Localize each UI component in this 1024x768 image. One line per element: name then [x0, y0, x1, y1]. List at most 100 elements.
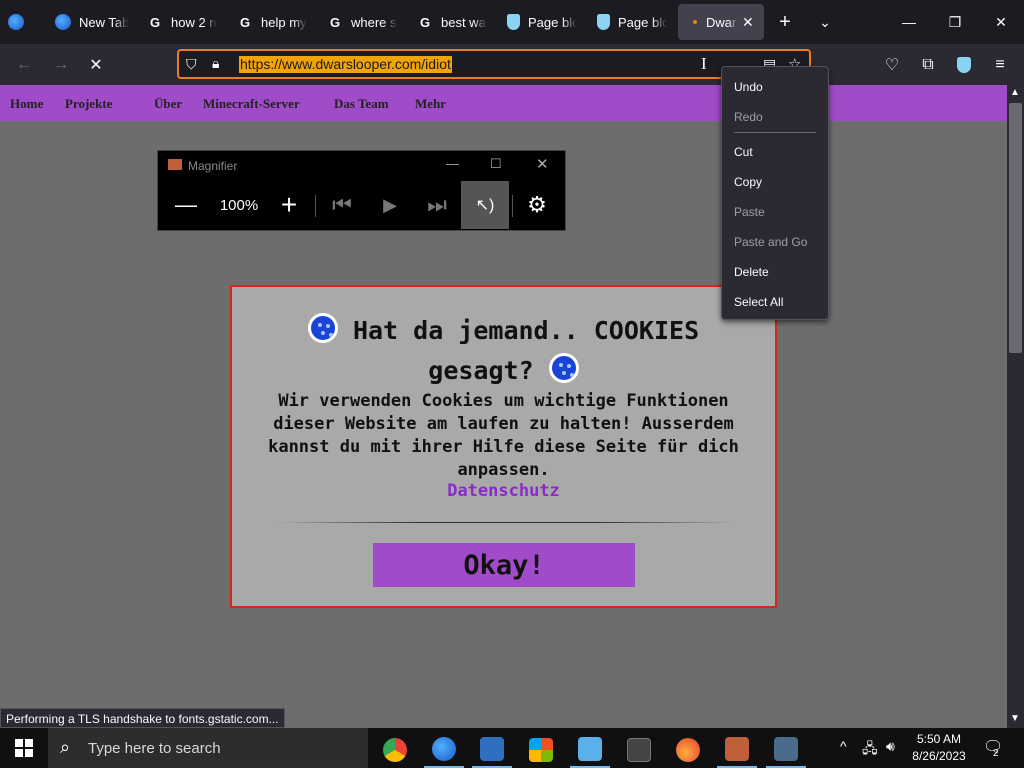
menu-item-paste[interactable]: Paste: [734, 205, 765, 219]
firefox-icon[interactable]: [424, 732, 464, 768]
tab-label: how 2 re: [171, 14, 217, 30]
search-icon: ⌕: [60, 737, 71, 757]
site-navigation: Home Projekte Über Minecraft-Server Das …: [0, 85, 1007, 121]
menu-hamburger-icon[interactable]: ≡: [985, 50, 1015, 80]
scroll-down-icon[interactable]: ▼: [1010, 713, 1020, 724]
file-explorer-icon[interactable]: [472, 732, 512, 768]
cookie-icon: [307, 313, 338, 343]
menu-separator: [734, 132, 816, 133]
extensions-icon[interactable]: ⧉: [913, 50, 943, 80]
forward-arrow-icon[interactable]: →: [46, 50, 76, 80]
list-tabs-chevron-icon[interactable]: ⌄: [802, 0, 848, 44]
chrome-icon[interactable]: [375, 732, 415, 768]
privacy-link[interactable]: Datenschutz: [232, 481, 775, 501]
snipping-tool-icon[interactable]: [766, 732, 806, 768]
menu-item-delete[interactable]: Delete: [734, 265, 769, 279]
magnifier-minimize-button[interactable]: —: [446, 156, 459, 171]
taskbar-search[interactable]: ⌕ Type here to search: [48, 728, 368, 768]
scroll-thumb[interactable]: [1009, 103, 1022, 353]
cookie-dialog-body: Wir verwenden Cookies um wichtige Funkti…: [268, 391, 739, 480]
nav-projekte[interactable]: Projekte: [65, 96, 112, 112]
menu-item-undo[interactable]: Undo: [734, 80, 763, 94]
tab-firefox-view[interactable]: [8, 4, 32, 40]
play-icon[interactable]: ▶: [366, 181, 414, 229]
clock-time: 5:50 AM: [916, 732, 962, 746]
magnifier-close-button[interactable]: ✕: [536, 155, 549, 173]
restore-button[interactable]: ❐: [932, 0, 978, 44]
firefox-alt-icon[interactable]: [668, 732, 708, 768]
show-hidden-icons-chevron-icon[interactable]: ^: [840, 738, 847, 754]
separator: [315, 195, 316, 217]
search-placeholder: Type here to search: [88, 740, 221, 757]
ublock-icon[interactable]: [949, 50, 979, 80]
ublock-icon: [597, 14, 610, 30]
close-window-button[interactable]: ✕: [978, 0, 1024, 44]
read-next-icon[interactable]: ⏭: [413, 181, 461, 229]
scroll-up-icon[interactable]: ▲: [1010, 87, 1020, 98]
zoom-out-button[interactable]: —: [162, 181, 210, 229]
read-previous-icon[interactable]: ⏮: [318, 181, 366, 229]
navigation-toolbar: ← → ✕ ⛉ 🔒︎ https://www.dwarslooper.com/i…: [0, 44, 1024, 85]
tab-google-2[interactable]: G help my: [237, 4, 307, 40]
text-cursor-icon: I: [701, 54, 707, 73]
zoom-in-button[interactable]: +: [265, 181, 313, 229]
firefox-icon: [55, 14, 71, 30]
tab-label: best way: [441, 14, 487, 30]
google-icon: G: [239, 14, 251, 30]
tab-new-tab[interactable]: New Tab: [55, 4, 135, 40]
read-from-here-icon[interactable]: ↖): [461, 181, 509, 229]
shield-icon[interactable]: ⛉: [186, 56, 197, 73]
nav-mehr[interactable]: Mehr: [415, 96, 446, 112]
menu-item-copy[interactable]: Copy: [734, 175, 762, 189]
context-menu: Undo Redo Cut Copy Paste Paste and Go De…: [721, 66, 829, 320]
google-icon: G: [149, 14, 161, 30]
magnifier-taskbar-icon[interactable]: [717, 732, 757, 768]
cookie-title-line1: Hat da jemand.. COOKIES: [352, 316, 700, 345]
nav-home[interactable]: Home: [10, 96, 43, 112]
menu-item-redo[interactable]: Redo: [734, 110, 763, 124]
nav-minecraft-server[interactable]: Minecraft-Server: [203, 96, 300, 112]
divider: [277, 522, 737, 523]
stop-loading-icon[interactable]: ✕: [81, 50, 111, 80]
paint3d-icon[interactable]: [570, 732, 610, 768]
tab-google-3[interactable]: G where sh: [327, 4, 397, 40]
tab-strip: New Tab G how 2 re G help my G where sh …: [0, 0, 1024, 44]
lock-icon[interactable]: 🔒︎: [212, 55, 219, 72]
okay-button[interactable]: Okay!: [373, 543, 635, 587]
tab-google-1[interactable]: G how 2 re: [147, 4, 217, 40]
tab-dwarslooper[interactable]: Dwars ✕: [678, 4, 764, 40]
calculator-icon[interactable]: [619, 732, 659, 768]
tab-google-4[interactable]: G best way: [417, 4, 487, 40]
tab-label: Dwars: [706, 14, 738, 30]
back-arrow-icon[interactable]: ←: [9, 50, 39, 80]
magnifier-maximize-button[interactable]: ☐: [490, 156, 502, 172]
nav-ueber[interactable]: Über: [154, 96, 182, 112]
volume-icon[interactable]: 🔊︎: [886, 738, 895, 755]
cookie-title-line2: gesagt?: [428, 356, 534, 385]
loading-dot-icon: [692, 14, 698, 30]
close-tab-icon[interactable]: ✕: [742, 14, 754, 31]
notification-count: 2: [993, 748, 999, 759]
tab-page-blocked-2[interactable]: Page blo: [597, 4, 667, 40]
url-bar[interactable]: ⛉ 🔒︎ https://www.dwarslooper.com/idiot I…: [177, 49, 811, 79]
windows-start-icon[interactable]: [4, 730, 44, 766]
network-icon[interactable]: 🖧: [862, 738, 878, 762]
ublock-icon: [507, 14, 520, 30]
clock[interactable]: 5:50 AM 8/26/2023: [910, 731, 968, 765]
pocket-icon[interactable]: ♡: [877, 50, 907, 80]
url-text[interactable]: https://www.dwarslooper.com/idiot: [239, 56, 452, 73]
magnifier-title: Magnifier: [188, 159, 238, 173]
minimize-button[interactable]: —: [886, 0, 932, 44]
tab-page-blocked-1[interactable]: Page blo: [507, 4, 577, 40]
store-icon[interactable]: [521, 732, 561, 768]
tab-label: Page blo: [528, 14, 577, 30]
menu-item-select-all[interactable]: Select All: [734, 295, 783, 309]
tab-label: help my: [261, 14, 307, 30]
clock-date: 8/26/2023: [912, 749, 966, 763]
menu-item-cut[interactable]: Cut: [734, 145, 753, 159]
page-scrollbar[interactable]: ▲ ▼: [1007, 85, 1024, 728]
cookie-dialog: Hat da jemand.. COOKIES gesagt? Wir verw…: [230, 285, 777, 608]
nav-das-team[interactable]: Das Team: [334, 96, 389, 112]
menu-item-paste-and-go[interactable]: Paste and Go: [734, 235, 807, 249]
settings-gear-icon[interactable]: ⚙: [513, 181, 561, 229]
